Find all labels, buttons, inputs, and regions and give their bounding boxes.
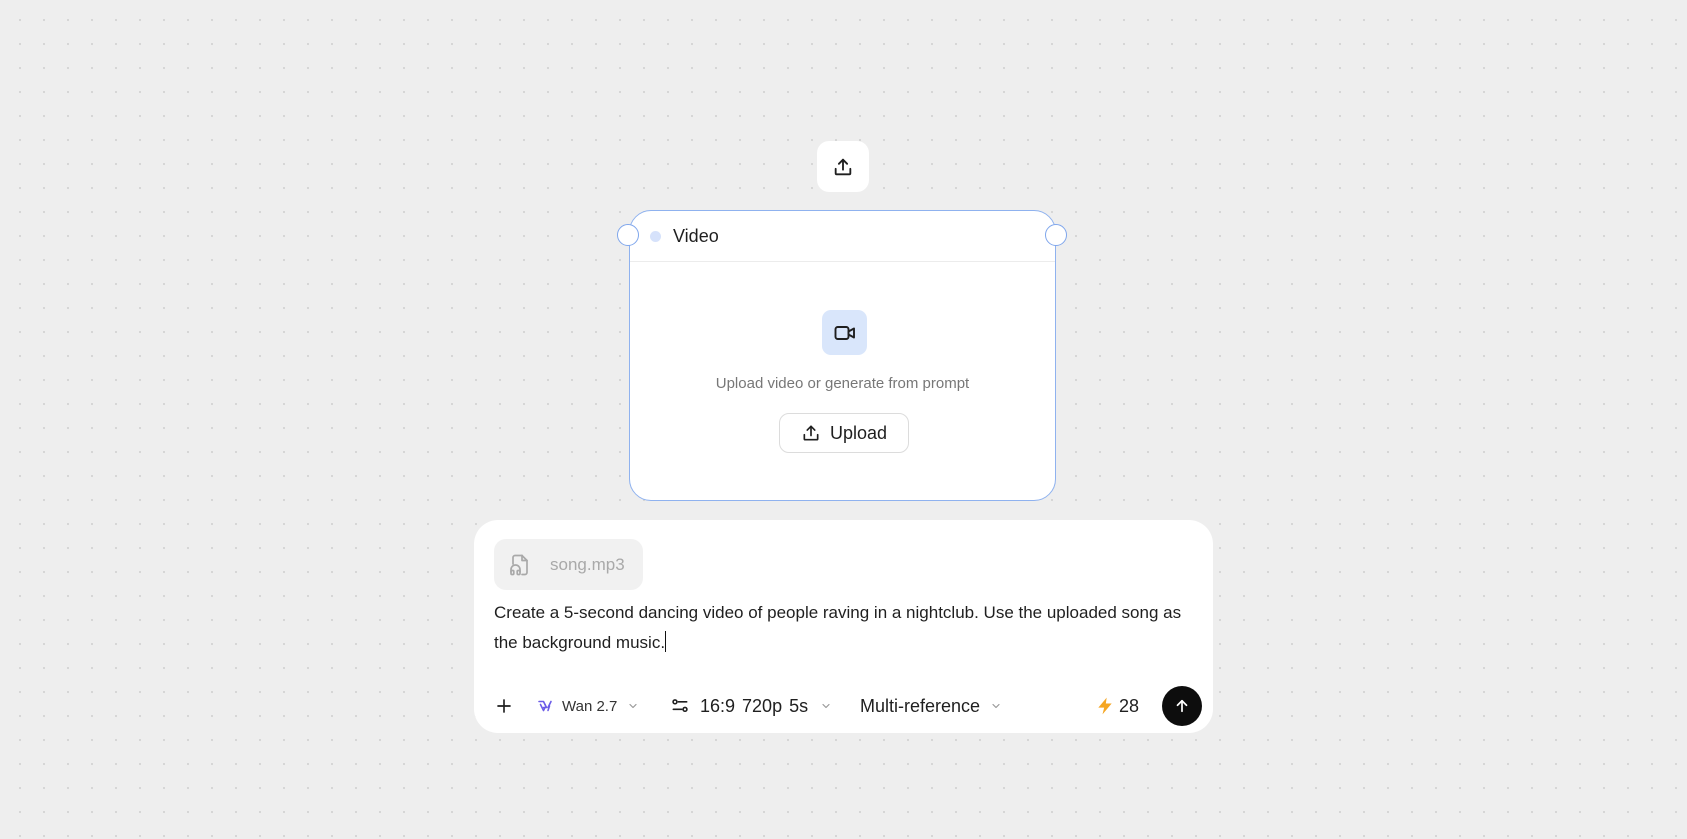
- upload-button[interactable]: Upload: [779, 413, 909, 453]
- text-caret: [665, 631, 667, 652]
- prompt-input[interactable]: Create a 5-second dancing video of peopl…: [494, 598, 1184, 658]
- chevron-down-icon: [629, 703, 637, 709]
- wan-logo-icon: [538, 700, 552, 712]
- video-node[interactable]: Video Upload video or generate from prom…: [629, 210, 1056, 501]
- credit-count: 28: [1119, 695, 1140, 716]
- upload-icon: [803, 425, 819, 441]
- credit-cost: 28: [1095, 688, 1139, 724]
- input-connector-handle[interactable]: [617, 224, 639, 246]
- chevron-down-icon: [822, 703, 830, 709]
- arrow-up-icon: [1176, 699, 1188, 713]
- upload-tray-icon: [834, 158, 852, 175]
- add-button[interactable]: [488, 688, 520, 724]
- upload-button-label: Upload: [829, 422, 888, 443]
- video-node-header[interactable]: Video: [630, 211, 1055, 262]
- video-icon-box: [822, 310, 867, 355]
- reference-mode-label: Multi-reference: [860, 695, 981, 716]
- send-button[interactable]: [1162, 686, 1202, 726]
- video-settings-label: 16:9 720p 5s: [700, 695, 809, 716]
- export-button[interactable]: [817, 141, 869, 192]
- audio-file-icon: [510, 554, 528, 575]
- prompt-toolbar: Wan 2.7 16:9 720p 5s Multi-reference 28: [474, 686, 1213, 726]
- sliders-icon: [672, 699, 688, 713]
- output-connector-handle[interactable]: [1045, 224, 1067, 246]
- attachment-filename: song.mp3: [550, 554, 625, 574]
- plus-icon: [497, 699, 511, 713]
- prompt-panel: song.mp3 Create a 5-second dancing video…: [474, 520, 1213, 733]
- model-label: Wan 2.7: [562, 697, 618, 715]
- video-node-hint: Upload video or generate from prompt: [715, 375, 970, 392]
- lightning-icon: [1098, 697, 1112, 715]
- attachment-chip[interactable]: song.mp3: [494, 539, 643, 590]
- reference-mode-select[interactable]: Multi-reference: [860, 688, 1002, 724]
- model-select[interactable]: Wan 2.7: [536, 688, 639, 724]
- video-camera-icon: [834, 325, 855, 340]
- video-settings-select[interactable]: 16:9 720p 5s: [670, 688, 832, 724]
- node-status-dot: [650, 231, 661, 242]
- chevron-down-icon: [992, 703, 1000, 709]
- prompt-text: Create a 5-second dancing video of peopl…: [494, 603, 1182, 652]
- video-node-title: Video: [673, 226, 719, 246]
